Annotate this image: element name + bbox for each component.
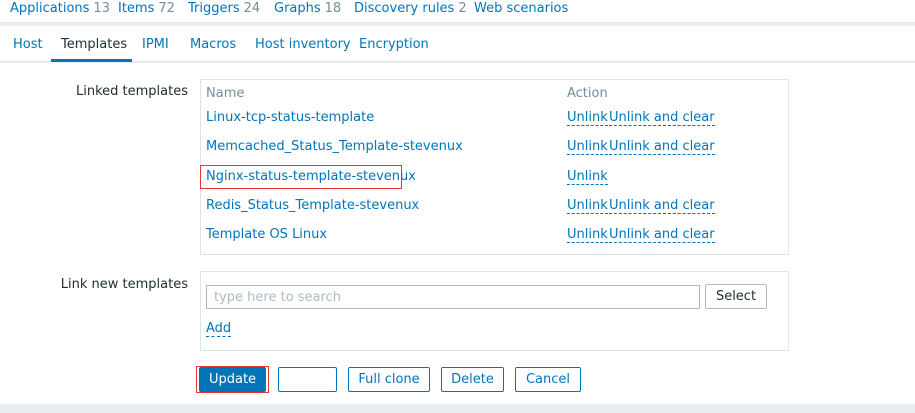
unlink-link[interactable]: Unlink — [567, 170, 608, 185]
cancel-button[interactable]: Cancel — [515, 367, 581, 392]
nav-label: Items — [118, 1, 155, 16]
template-search-input[interactable] — [207, 286, 699, 308]
tab-encryption[interactable]: Encryption — [359, 37, 429, 57]
tab-ipmi[interactable]: IPMI — [142, 37, 169, 57]
unlink-and-clear-link[interactable]: Unlink and clear — [609, 199, 715, 214]
link-new-templates-label: Link new templates — [60, 277, 188, 292]
nav-count: 72 — [158, 1, 175, 16]
active-tab-indicator — [51, 59, 132, 62]
nav-label: Discovery rules — [354, 1, 455, 16]
host-nav-bar: Applications 13 Items 72 Triggers 24 Graphs… — [0, 0, 915, 23]
unlink-and-clear-link[interactable]: Unlink and clear — [609, 111, 715, 126]
unlink-link[interactable]: Unlink — [567, 111, 608, 126]
nav-count: 2 — [458, 1, 467, 16]
nav-label: Graphs — [274, 1, 321, 16]
template-search-field[interactable] — [206, 285, 700, 309]
template-link[interactable]: Template OS Linux — [206, 227, 327, 242]
template-link[interactable]: Nginx-status-template-stevenux — [206, 169, 416, 184]
linked-templates-label: Linked templates — [76, 84, 188, 99]
add-link[interactable]: Add — [206, 322, 232, 337]
nav-count: 24 — [243, 1, 261, 16]
template-link[interactable]: Redis_Status_Template-stevenux — [206, 198, 419, 213]
unlink-link[interactable]: Unlink — [567, 199, 608, 214]
clone-button[interactable] — [278, 367, 337, 392]
nav-graphs[interactable]: Graphs 18 — [274, 1, 341, 19]
unlink-and-clear-link[interactable]: Unlink and clear — [609, 228, 715, 243]
unlink-link[interactable]: Unlink — [567, 140, 608, 155]
tab-host[interactable]: Host — [13, 37, 43, 57]
unlink-and-clear-link[interactable]: Unlink and clear — [609, 140, 715, 155]
delete-button[interactable]: Delete — [441, 367, 504, 392]
template-link[interactable]: Memcached_Status_Template-stevenux — [206, 139, 463, 154]
column-header-name: Name — [206, 86, 245, 101]
nav-label: Applications — [10, 1, 90, 16]
nav-discovery-rules[interactable]: Discovery rules 2 — [354, 1, 467, 19]
nav-web-scenarios[interactable]: Web scenarios — [474, 1, 572, 19]
nav-label: Triggers — [188, 1, 240, 16]
nav-triggers[interactable]: Triggers 24 — [188, 1, 260, 19]
form-tabs: Host Templates IPMI Macros Host inventor… — [0, 26, 915, 62]
tab-templates[interactable]: Templates — [61, 37, 127, 57]
nav-count: 13 — [93, 1, 110, 16]
column-header-action: Action — [567, 86, 608, 101]
full-clone-button[interactable]: Full clone — [348, 367, 430, 392]
select-button[interactable]: Select — [705, 284, 767, 309]
tab-macros[interactable]: Macros — [190, 37, 236, 57]
tab-host-inventory[interactable]: Host inventory — [255, 37, 351, 57]
nav-applications[interactable]: Applications 13 — [10, 1, 110, 19]
unlink-link[interactable]: Unlink — [567, 228, 608, 243]
page-footer-strip — [0, 404, 915, 413]
link-new-templates-box — [200, 271, 789, 351]
template-link[interactable]: Linux-tcp-status-template — [206, 110, 374, 125]
nav-count: 18 — [324, 1, 342, 16]
nav-label: Web scenarios — [474, 1, 569, 16]
nav-items[interactable]: Items 72 — [118, 1, 175, 19]
highlight-box — [196, 366, 269, 393]
